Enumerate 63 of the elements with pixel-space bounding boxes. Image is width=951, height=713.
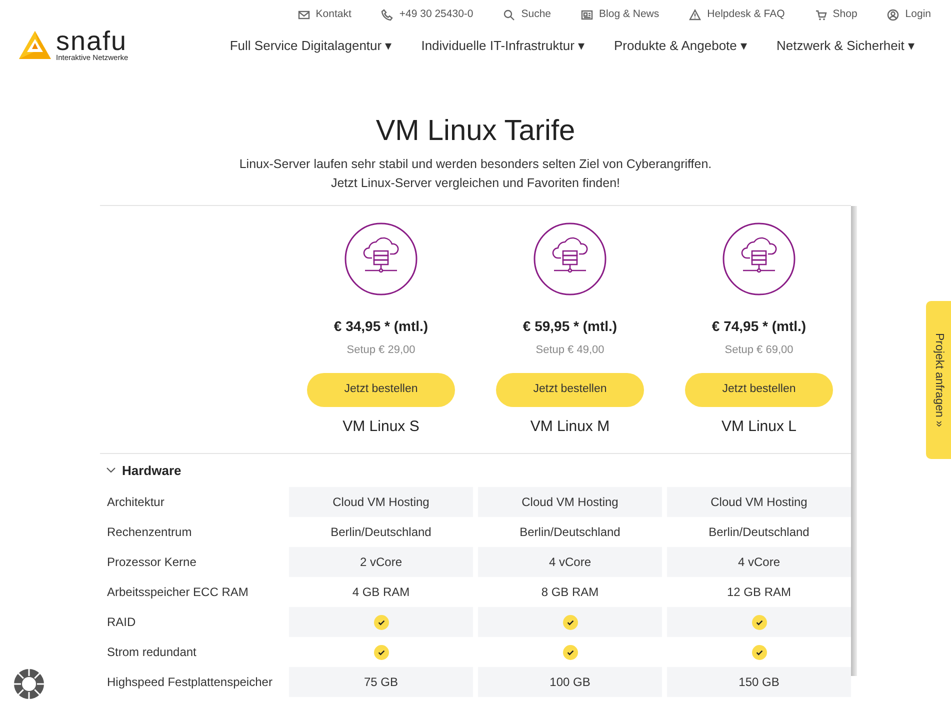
top-link[interactable]: Shop xyxy=(814,7,858,23)
cloud-server-icon xyxy=(344,222,418,296)
table-cell: 75 GB xyxy=(289,667,473,698)
nav-menu-item[interactable]: Netzwerk & Sicherheit ▾ xyxy=(776,36,915,55)
top-link[interactable]: +49 30 25430-0 xyxy=(381,7,474,23)
newspaper-icon xyxy=(581,8,594,21)
table-cell: Cloud VM Hosting xyxy=(667,487,851,518)
table-cell: Cloud VM Hosting xyxy=(289,487,473,518)
feature-label: Rechenzentrum xyxy=(106,524,193,542)
table-cell: 2 vCore xyxy=(289,547,473,578)
table-cell-text: Berlin/Deutschland xyxy=(708,524,810,542)
nav-menu-item[interactable]: Produkte & Angebote ▾ xyxy=(614,36,748,55)
feature-label: Highspeed Festplattenspeicher xyxy=(106,674,274,692)
plan-name: VM Linux L xyxy=(721,417,797,438)
section-heading[interactable]: Hardware xyxy=(122,460,182,480)
top-link[interactable]: Blog & News xyxy=(581,7,660,23)
logo-wordmark[interactable]: snafu xyxy=(56,28,128,53)
nav-menu-item[interactable]: Full Service Digitalagentur ▾ xyxy=(230,36,392,55)
chevron-icon[interactable] xyxy=(106,465,116,476)
top-link[interactable]: Helpdesk & FAQ xyxy=(689,7,785,23)
table-cell-text: 12 GB RAM xyxy=(726,584,792,602)
plan-name: VM Linux M xyxy=(530,417,610,438)
order-button[interactable]: Jetzt bestellen xyxy=(307,373,455,408)
setup-fee: Setup € 49,00 xyxy=(536,342,604,358)
mail-icon xyxy=(298,8,310,21)
plan-price: € 74,95 * (mtl.) xyxy=(712,316,806,336)
page-title: VM Linux Tarife xyxy=(374,114,576,149)
order-button[interactable]: Jetzt bestellen xyxy=(685,373,833,408)
plan-price: € 59,95 * (mtl.) xyxy=(522,316,618,336)
order-button[interactable]: Jetzt bestellen xyxy=(496,373,644,408)
setup-fee: Setup € 69,00 xyxy=(724,342,794,358)
cart-icon xyxy=(814,8,827,21)
feature-label: Strom redundant xyxy=(106,644,198,662)
user-icon xyxy=(887,8,900,21)
table-cell: 4 vCore xyxy=(478,547,662,578)
table-cell-text: 8 GB RAM xyxy=(540,584,600,602)
search-icon xyxy=(503,8,516,21)
feature-label: RAID xyxy=(106,614,137,632)
table-cell: 4 vCore xyxy=(667,547,851,578)
top-link[interactable]: Kontakt xyxy=(298,7,352,23)
page-subtitle: Linux-Server laufen sehr stabil und werden besonders selten Ziel von Cyberangriffen. xyxy=(238,156,713,173)
top-link[interactable]: Login xyxy=(887,7,931,23)
warning-icon xyxy=(689,8,702,21)
side-tab[interactable]: Projekt anfragen » xyxy=(926,301,951,459)
cloud-server-icon xyxy=(533,222,607,296)
table-cell-text: Berlin/Deutschland xyxy=(330,524,432,542)
top-link[interactable]: Suche xyxy=(503,7,552,23)
plan-price: € 34,95 * (mtl.) xyxy=(334,316,428,336)
page-subtitle: Jetzt Linux-Server vergleichen und Favoriten finden! xyxy=(330,174,622,192)
table-cell: Cloud VM Hosting xyxy=(478,487,662,518)
plan-name: VM Linux S xyxy=(342,417,420,438)
feature-label: Architektur xyxy=(106,494,166,512)
table-cell: 100 GB xyxy=(478,667,662,698)
cloud-server-icon xyxy=(722,222,796,296)
feature-label: Prozessor Kerne xyxy=(106,554,198,572)
nav-menu-item[interactable]: Individuelle IT-Infrastruktur ▾ xyxy=(421,36,586,55)
table-cell-text: Berlin/Deutschland xyxy=(518,524,622,542)
table-cell: 150 GB xyxy=(667,667,851,698)
settings-icon[interactable] xyxy=(13,668,45,700)
phone-icon xyxy=(381,8,394,21)
table-cell-text: 4 GB RAM xyxy=(351,584,411,602)
setup-fee: Setup € 29,00 xyxy=(346,342,416,358)
feature-label: Arbeitsspeicher ECC RAM xyxy=(106,584,250,602)
